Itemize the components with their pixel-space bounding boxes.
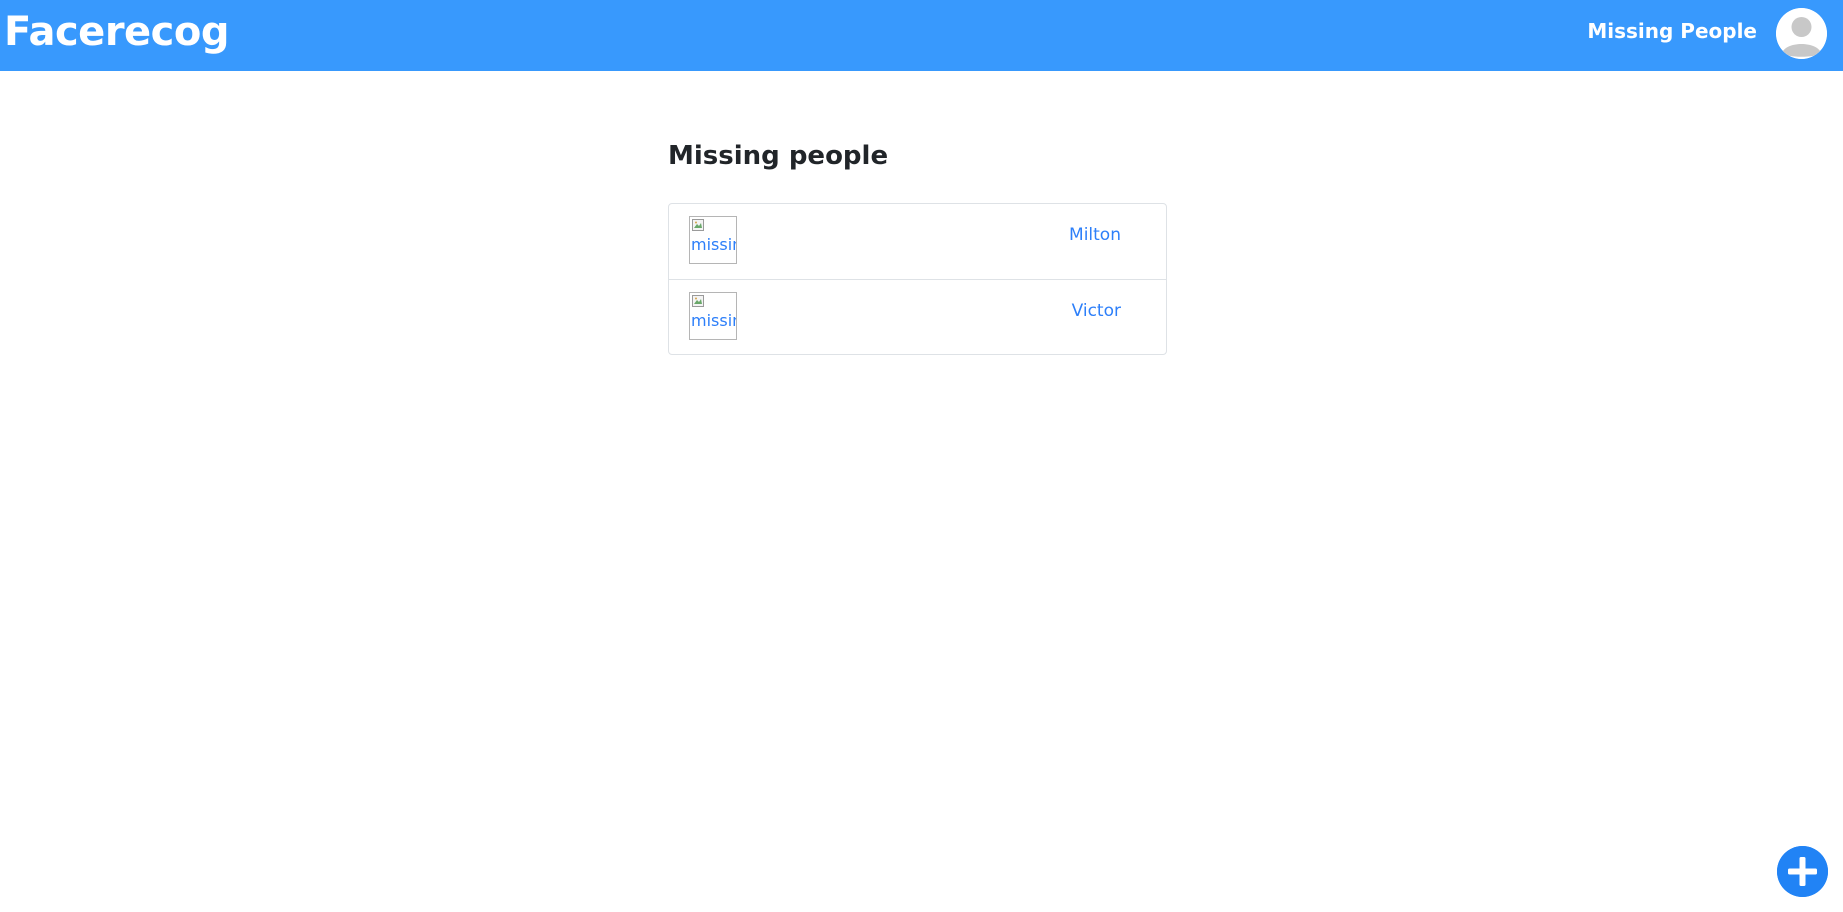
plus-icon (1777, 846, 1828, 897)
nav-link-missing-people[interactable]: Missing People (1587, 19, 1757, 43)
photo-alt-text: missing (691, 235, 736, 254)
person-photo: missing (689, 216, 737, 264)
add-person-button[interactable] (1777, 846, 1828, 897)
person-name-link[interactable]: Milton (1069, 225, 1121, 245)
broken-image-icon (692, 295, 704, 307)
main-content: Missing people missing Milton missi (668, 136, 1168, 355)
list-item[interactable]: missing Victor (669, 279, 1166, 354)
list-item[interactable]: missing Milton (669, 204, 1166, 279)
person-name-link[interactable]: Victor (1072, 301, 1121, 321)
photo-alt-text: missing (691, 311, 736, 330)
user-avatar-icon[interactable] (1776, 8, 1827, 59)
brand-logo[interactable]: Facerecog (4, 8, 230, 56)
missing-people-list: missing Milton missing Victor (668, 203, 1167, 355)
broken-image-icon (692, 219, 704, 231)
top-navbar: Facerecog Missing People (0, 0, 1843, 71)
page-title: Missing people (668, 141, 889, 171)
person-photo: missing (689, 292, 737, 340)
